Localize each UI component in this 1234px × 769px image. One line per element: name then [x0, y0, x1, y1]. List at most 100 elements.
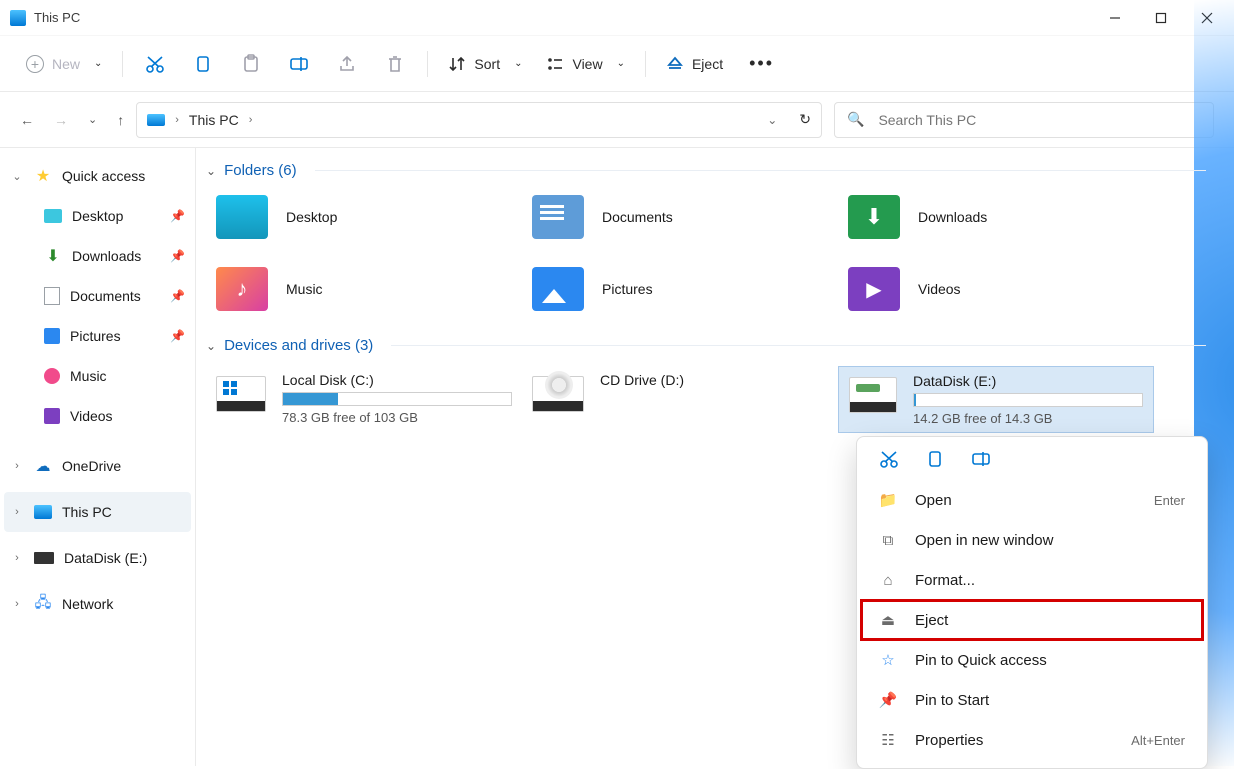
sidebar-item-desktop[interactable]: Desktop 📌 — [0, 196, 195, 236]
folders-header-label: Folders (6) — [224, 162, 297, 179]
sidebar-label: This PC — [62, 504, 112, 520]
drive-name: Local Disk (C:) — [282, 372, 512, 388]
drives-header-label: Devices and drives (3) — [224, 337, 373, 354]
nav-row: ← → ⌄ ↑ › This PC › ⌄ ↻ 🔍 — [0, 92, 1234, 148]
sidebar-item-pictures[interactable]: Pictures 📌 — [0, 316, 195, 356]
folder-name: Music — [286, 281, 323, 297]
drive-name: DataDisk (E:) — [913, 373, 1143, 389]
documents-folder-icon — [532, 195, 584, 239]
ctx-pin-start[interactable]: 📌Pin to Start — [861, 680, 1203, 720]
window-maximize-button[interactable] — [1138, 0, 1184, 35]
copy-button[interactable] — [179, 46, 227, 82]
drive-free-text: 14.2 GB free of 14.3 GB — [913, 411, 1143, 426]
breadcrumb-bar[interactable]: › This PC › ⌄ ↻ — [136, 102, 822, 138]
pin-icon: 📌 — [170, 329, 185, 343]
star-icon: ☆ — [879, 651, 897, 669]
rename-button[interactable] — [275, 46, 323, 82]
ctx-pin-quick-access[interactable]: ☆Pin to Quick access — [861, 640, 1203, 680]
sidebar-item-videos[interactable]: Videos — [0, 396, 195, 436]
folder-documents[interactable]: Documents — [522, 191, 838, 243]
folders-group-header[interactable]: ⌄ Folders (6) — [206, 158, 1234, 191]
nav-up-button[interactable]: ↑ — [117, 112, 124, 128]
breadcrumb-location[interactable]: This PC — [189, 112, 239, 128]
new-label: New — [52, 56, 80, 72]
this-pc-icon — [147, 114, 165, 126]
breadcrumb-history-button[interactable]: ⌄ — [767, 113, 777, 127]
sidebar-network[interactable]: ›🖧Network — [0, 584, 195, 624]
folder-name: Pictures — [602, 281, 653, 297]
nav-back-button[interactable]: ← — [20, 112, 34, 128]
paste-button[interactable] — [227, 46, 275, 82]
chevron-down-icon: ⌄ — [514, 58, 522, 69]
ctx-shortcut: Alt+Enter — [1131, 733, 1185, 748]
sidebar-item-documents[interactable]: Documents📌 — [0, 276, 195, 316]
refresh-button[interactable]: ↻ — [799, 111, 811, 128]
search-input[interactable] — [876, 111, 1201, 129]
drive-local-c[interactable]: Local Disk (C:) 78.3 GB free of 103 GB — [206, 366, 522, 433]
folder-downloads[interactable]: ⬇Downloads — [838, 191, 1154, 243]
pin-icon: 📌 — [170, 289, 185, 303]
ctx-eject[interactable]: ⏏Eject — [861, 600, 1203, 640]
ctx-label: Open — [915, 492, 952, 509]
nav-recent-button[interactable]: ⌄ — [88, 113, 97, 126]
videos-icon — [44, 408, 60, 424]
ctx-label: Open in new window — [915, 532, 1053, 549]
window-minimize-button[interactable] — [1092, 0, 1138, 35]
pictures-icon — [44, 328, 60, 344]
folder-desktop[interactable]: Desktop — [206, 191, 522, 243]
sidebar-item-label: Desktop — [72, 208, 123, 224]
sidebar-item-label: Downloads — [72, 248, 141, 264]
toolbar: + New ⌄ Sort ⌄ View ⌄ Eject ••• — [0, 36, 1234, 92]
network-icon: 🖧 — [34, 595, 52, 613]
ctx-shortcut: Enter — [1154, 493, 1185, 508]
sidebar-item-downloads[interactable]: ⬇Downloads📌 — [0, 236, 195, 276]
ctx-cut-button[interactable] — [879, 449, 899, 472]
ctx-format[interactable]: ⌂Format... — [861, 560, 1203, 600]
music-folder-icon: ♪ — [216, 267, 268, 311]
ctx-copy-button[interactable] — [925, 449, 945, 472]
sidebar-onedrive[interactable]: ›☁OneDrive — [0, 446, 195, 486]
cut-button[interactable] — [131, 46, 179, 82]
drive-datadisk-e[interactable]: DataDisk (E:) 14.2 GB free of 14.3 GB — [838, 366, 1154, 433]
sort-label: Sort — [474, 56, 500, 72]
breadcrumb-sep-icon: › — [249, 114, 253, 126]
ctx-properties[interactable]: ☷PropertiesAlt+Enter — [861, 720, 1203, 760]
usb-drive-icon — [849, 377, 897, 413]
sort-button[interactable]: Sort ⌄ — [436, 46, 534, 82]
local-disk-icon — [216, 376, 266, 412]
folder-name: Documents — [602, 209, 673, 225]
folder-icon: 📁 — [879, 491, 897, 509]
eject-button[interactable]: Eject — [654, 46, 735, 82]
folder-videos[interactable]: ▶Videos — [838, 263, 1154, 315]
sidebar-item-label: Videos — [70, 408, 113, 424]
nav-forward-button[interactable]: → — [54, 112, 68, 128]
share-button[interactable] — [323, 46, 371, 82]
drive-usage-bar — [913, 393, 1143, 407]
sidebar-item-music[interactable]: Music — [0, 356, 195, 396]
downloads-folder-icon: ⬇ — [848, 195, 900, 239]
ctx-open[interactable]: 📁 Open Enter — [861, 480, 1203, 520]
drives-group-header[interactable]: ⌄ Devices and drives (3) — [206, 333, 1234, 366]
drive-cd-d[interactable]: CD Drive (D:) — [522, 366, 838, 433]
toolbar-divider — [645, 51, 646, 77]
search-box[interactable]: 🔍 — [834, 102, 1214, 138]
desktop-icon — [44, 209, 62, 223]
sidebar-item-label: Pictures — [70, 328, 121, 344]
eject-icon: ⏏ — [879, 611, 897, 629]
sidebar-datadisk[interactable]: ›DataDisk (E:) — [0, 538, 195, 578]
folder-pictures[interactable]: Pictures — [522, 263, 838, 315]
ctx-open-new-window[interactable]: ⧉Open in new window — [861, 520, 1203, 560]
delete-button[interactable] — [371, 46, 419, 82]
new-button[interactable]: + New ⌄ — [14, 46, 114, 82]
more-button[interactable]: ••• — [735, 46, 788, 82]
pin-icon: 📌 — [170, 209, 185, 223]
folder-music[interactable]: ♪ Music — [206, 263, 522, 315]
ctx-rename-button[interactable] — [971, 449, 991, 472]
sidebar-quick-access[interactable]: ⌄ ★ Quick access — [0, 156, 195, 196]
view-button[interactable]: View ⌄ — [534, 46, 636, 82]
drive-name: CD Drive (D:) — [600, 372, 828, 388]
sidebar-this-pc[interactable]: ›This PC — [4, 492, 191, 532]
ctx-label: Pin to Start — [915, 692, 989, 709]
onedrive-icon: ☁ — [34, 457, 52, 475]
sidebar-label: Network — [62, 596, 113, 612]
